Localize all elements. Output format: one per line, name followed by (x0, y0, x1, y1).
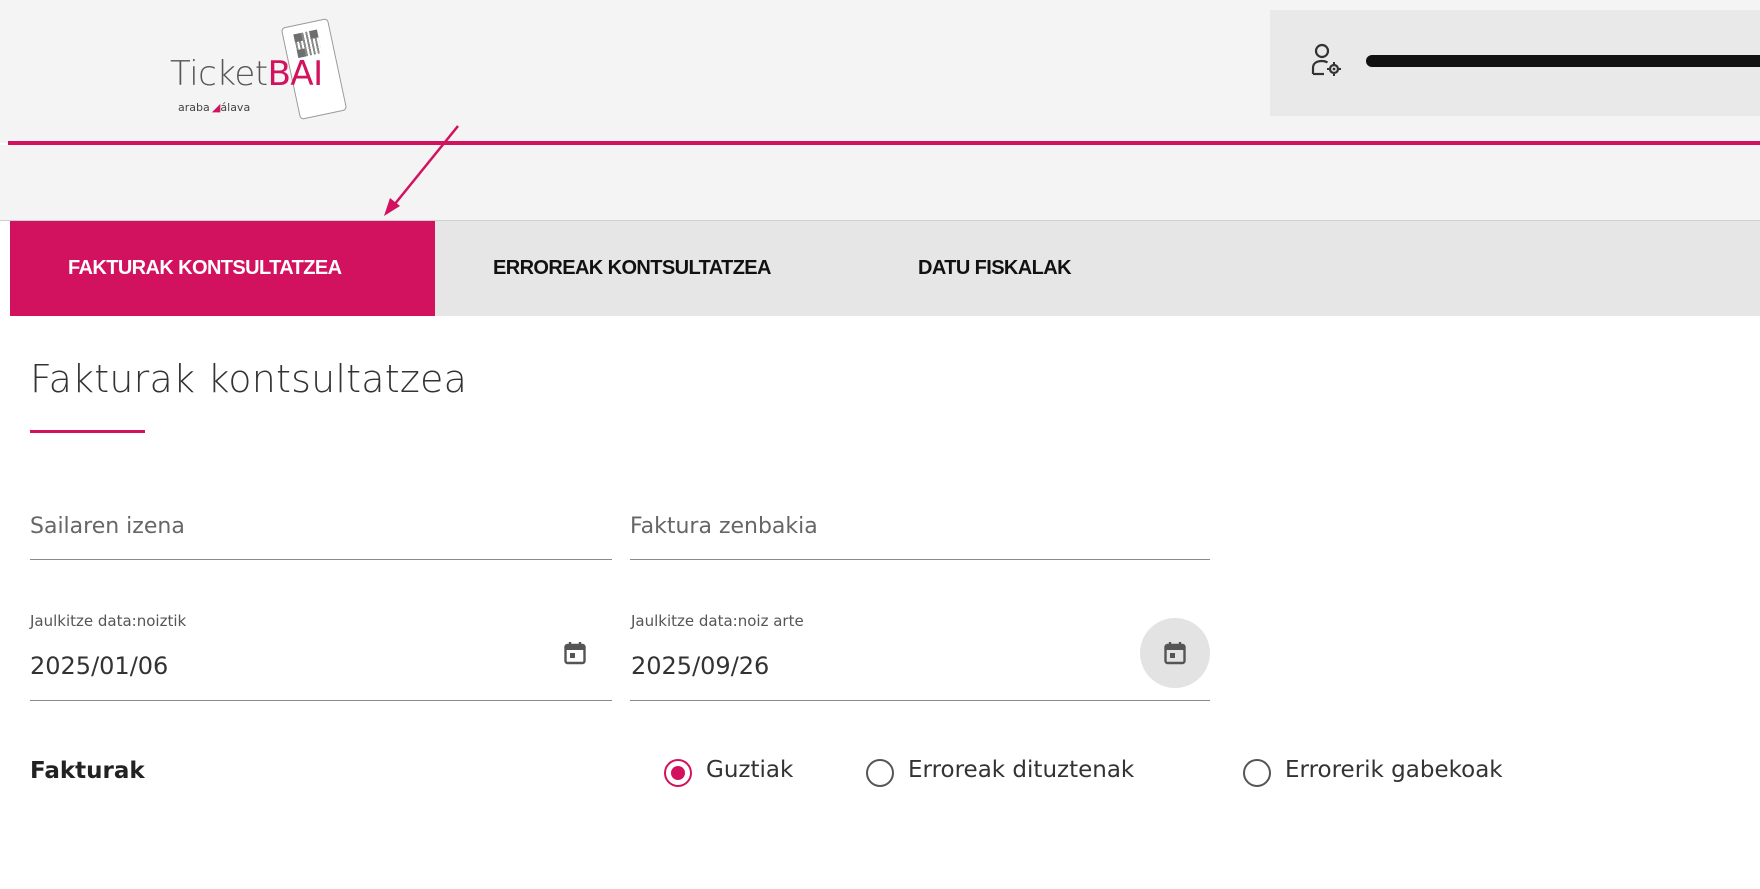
fakturak-section-label: Fakturak (30, 758, 145, 784)
user-settings-icon (1311, 43, 1341, 76)
sailaren-izena-input[interactable] (30, 506, 612, 546)
calendar-icon (564, 642, 586, 665)
input-underline (30, 559, 612, 560)
radio-label: Errorerik gabekoak (1285, 757, 1503, 783)
date-to-underline (630, 700, 1210, 701)
user-menu[interactable]: ████████████ (1270, 10, 1760, 116)
user-name-redacted: ████████████ (1366, 54, 1760, 68)
faktura-zenbakia-field[interactable] (630, 506, 1210, 560)
date-to-input[interactable]: 2025/09/26 (631, 652, 769, 680)
radio-label: Erroreak dituztenak (908, 757, 1135, 783)
date-from-label: Jaulkitze data:noiztik (30, 612, 187, 630)
logo-subtitle-right: álava (220, 101, 251, 114)
date-to-label: Jaulkitze data:noiz arte (631, 612, 804, 630)
calendar-icon (1164, 642, 1186, 665)
sailaren-izena-field[interactable] (30, 506, 612, 560)
annotation-arrow (384, 125, 459, 216)
radio-circle (1243, 759, 1271, 787)
tab-fakturak-kontsultatzea[interactable]: FAKTURAK KONTSULTATZEA (10, 221, 435, 316)
page-title-underline (30, 430, 145, 433)
radio-circle (866, 759, 894, 787)
radio-circle (664, 759, 692, 787)
logo-text-accent: BAI (267, 54, 324, 94)
app-header: TicketBAI araba ◢álava ████████████ (0, 0, 1760, 143)
faktura-zenbakia-input[interactable] (630, 506, 1210, 546)
logo-subtitle: araba ◢álava (178, 101, 251, 114)
logo-text: TicketBAI (170, 54, 323, 94)
subheader-bar (0, 145, 1760, 221)
main-tabs: FAKTURAK KONTSULTATZEA ERROREAK KONTSULT… (10, 221, 1760, 316)
ticketbai-logo[interactable]: TicketBAI araba ◢álava (170, 14, 380, 126)
input-underline (630, 559, 1210, 560)
tab-erroreak-kontsultatzea[interactable]: ERROREAK KONTSULTATZEA (493, 221, 772, 316)
logo-subtitle-left: araba (178, 101, 210, 114)
date-from-input[interactable]: 2025/01/06 (30, 652, 168, 680)
tab-datu-fiskalak[interactable]: DATU FISKALAK (918, 221, 1072, 316)
date-to-calendar-button[interactable] (1140, 618, 1210, 688)
logo-text-main: Ticket (170, 54, 268, 94)
date-from-calendar-button[interactable] (540, 618, 610, 688)
page-title: Fakturak kontsultatzea (30, 357, 468, 401)
radio-label: Guztiak (706, 757, 794, 783)
date-from-underline (30, 700, 612, 701)
